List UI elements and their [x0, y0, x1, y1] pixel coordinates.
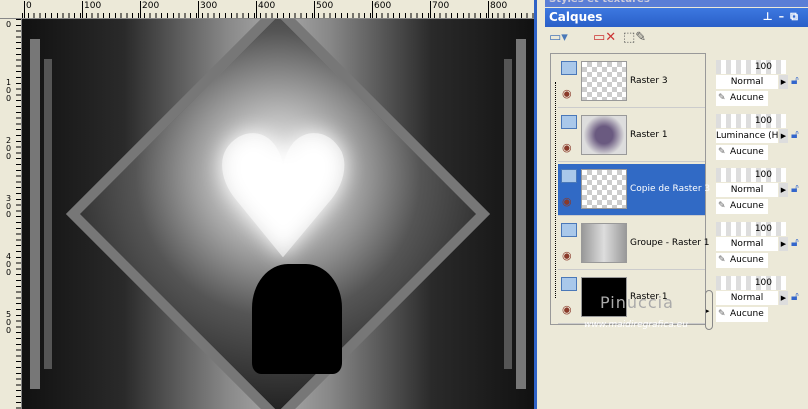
- ruler-label: 500: [314, 1, 333, 18]
- watermark-name: Pinuccia: [600, 293, 674, 312]
- heart-cloud: ♥: [207, 100, 360, 298]
- layer-name: Groupe - Raster 1: [630, 238, 710, 248]
- lock-icon[interactable]: 🔓︎: [791, 181, 799, 196]
- panel-splitter[interactable]: [534, 0, 545, 409]
- layer-thumbnail: [581, 169, 627, 209]
- blend-mode-select[interactable]: Normal: [716, 291, 778, 305]
- panel-title: Calques: [549, 10, 603, 24]
- layer-properties: 100 Normal ▶ 🔓︎ Aucune100 Luminance (H) …: [712, 53, 808, 325]
- layer-properties-row: 100 Normal ▶ 🔓︎ Aucune: [712, 56, 808, 108]
- ruler-label: 700: [430, 1, 449, 18]
- layer-type-icon: [561, 223, 577, 237]
- ruler-label: 0: [24, 1, 32, 18]
- ruler-label: 200: [140, 1, 159, 18]
- blend-mode-arrow-icon[interactable]: ▶: [779, 75, 788, 89]
- layer-thumbnail: [581, 115, 627, 155]
- ruler-label: 100: [82, 1, 101, 18]
- ruler-label: 300: [6, 194, 12, 219]
- layer-type-icon: [561, 61, 577, 75]
- blend-mode-select[interactable]: Luminance (H): [716, 129, 782, 143]
- blend-mode-select[interactable]: Normal: [716, 183, 778, 197]
- blend-mode-arrow-icon[interactable]: ▶: [779, 237, 788, 251]
- visibility-eye-icon[interactable]: ◉: [562, 195, 572, 208]
- blend-mode-arrow-icon[interactable]: ▶: [779, 291, 788, 305]
- layer-name: Raster 3: [630, 76, 668, 86]
- layer-type-icon: [561, 169, 577, 183]
- layers-panel-titlebar: Calques ⊥–⧉: [545, 8, 808, 27]
- lock-icon[interactable]: 🔓︎: [791, 235, 799, 250]
- layer-row[interactable]: ◉ Groupe - Raster 1: [558, 218, 710, 270]
- mask-select[interactable]: Aucune: [716, 199, 768, 214]
- layer-thumbnail: [581, 61, 627, 101]
- mask-select[interactable]: Aucune: [716, 91, 768, 106]
- visibility-eye-icon[interactable]: ◉: [562, 249, 572, 262]
- mask-select[interactable]: Aucune: [716, 307, 768, 322]
- blend-mode-select[interactable]: Normal: [716, 75, 778, 89]
- layer-properties-row: 100 Luminance (H) ▶ 🔓︎ Aucune: [712, 110, 808, 162]
- visibility-eye-icon[interactable]: ◉: [562, 141, 572, 154]
- layer-row[interactable]: ◉ Raster 1: [558, 110, 705, 162]
- ruler-label: 400: [6, 252, 12, 277]
- opacity-slider[interactable]: 100: [716, 168, 786, 182]
- opacity-slider[interactable]: 100: [716, 222, 786, 236]
- lock-icon[interactable]: 🔓︎: [791, 289, 799, 304]
- lock-icon[interactable]: 🔓︎: [791, 73, 799, 88]
- ruler-label: 600: [372, 1, 391, 18]
- ruler-label: 200: [6, 136, 12, 161]
- layers-toolbar: ▭▾ ▭✕ ⬚✎: [545, 27, 808, 52]
- layer-properties-row: 100 Normal ▶ 🔓︎ Aucune: [712, 164, 808, 216]
- restore-icon[interactable]: ⧉: [790, 10, 804, 23]
- layer-tree-line: [555, 82, 556, 298]
- horizontal-ruler: 0 100 200 300 400 500 600 700 800: [0, 0, 540, 19]
- layer-type-icon: [561, 277, 577, 291]
- blend-mode-arrow-icon[interactable]: ▶: [779, 183, 788, 197]
- layer-properties-row: 100 Normal ▶ 🔓︎ Aucune: [712, 218, 808, 270]
- ruler-label: 800: [488, 1, 507, 18]
- watermark-url: www.maidiregrafica.eu: [584, 320, 688, 330]
- visibility-eye-icon[interactable]: ◉: [562, 303, 572, 316]
- mask-select[interactable]: Aucune: [716, 253, 768, 268]
- lock-icon[interactable]: 🔓︎: [791, 127, 799, 142]
- minimize-icon[interactable]: –: [779, 10, 791, 23]
- ruler-label: 500: [6, 310, 12, 335]
- delete-layer-icon[interactable]: ▭✕: [593, 30, 616, 50]
- scroll-handle[interactable]: ▸: [705, 290, 713, 330]
- opacity-slider[interactable]: 100: [716, 276, 786, 290]
- layer-name: Copie de Raster 3: [630, 184, 711, 194]
- opacity-slider[interactable]: 100: [716, 114, 786, 128]
- new-layer-icon[interactable]: ▭▾: [549, 30, 568, 50]
- blend-mode-select[interactable]: Normal: [716, 237, 778, 251]
- edit-selection-icon[interactable]: ⬚✎: [623, 30, 646, 50]
- mask-select[interactable]: Aucune: [716, 145, 768, 160]
- ruler-ticks: [16, 19, 21, 409]
- layer-type-icon: [561, 115, 577, 129]
- ruler-label: 400: [256, 1, 275, 18]
- ruler-label: 100: [6, 78, 12, 103]
- layer-properties-row: 100 Normal ▶ 🔓︎ Aucune: [712, 272, 808, 324]
- layer-row[interactable]: ◉ Copie de Raster 3: [558, 164, 710, 216]
- layer-thumbnail: [581, 223, 627, 263]
- layer-row[interactable]: ◉ Raster 3: [558, 56, 705, 108]
- image-canvas[interactable]: ♥: [22, 19, 534, 409]
- pin-icon[interactable]: ⊥: [763, 10, 779, 23]
- layer-name: Raster 1: [630, 130, 668, 140]
- ruler-label: 0: [6, 20, 12, 29]
- visibility-eye-icon[interactable]: ◉: [562, 87, 572, 100]
- blend-mode-arrow-icon[interactable]: ▶: [779, 129, 788, 143]
- ruler-label: 300: [198, 1, 217, 18]
- styles-panel-title: Styles et textures: [545, 0, 808, 7]
- opacity-slider[interactable]: 100: [716, 60, 786, 74]
- vertical-ruler: 0 100 200 300 400 500: [0, 19, 22, 409]
- couple-silhouette: [252, 264, 342, 374]
